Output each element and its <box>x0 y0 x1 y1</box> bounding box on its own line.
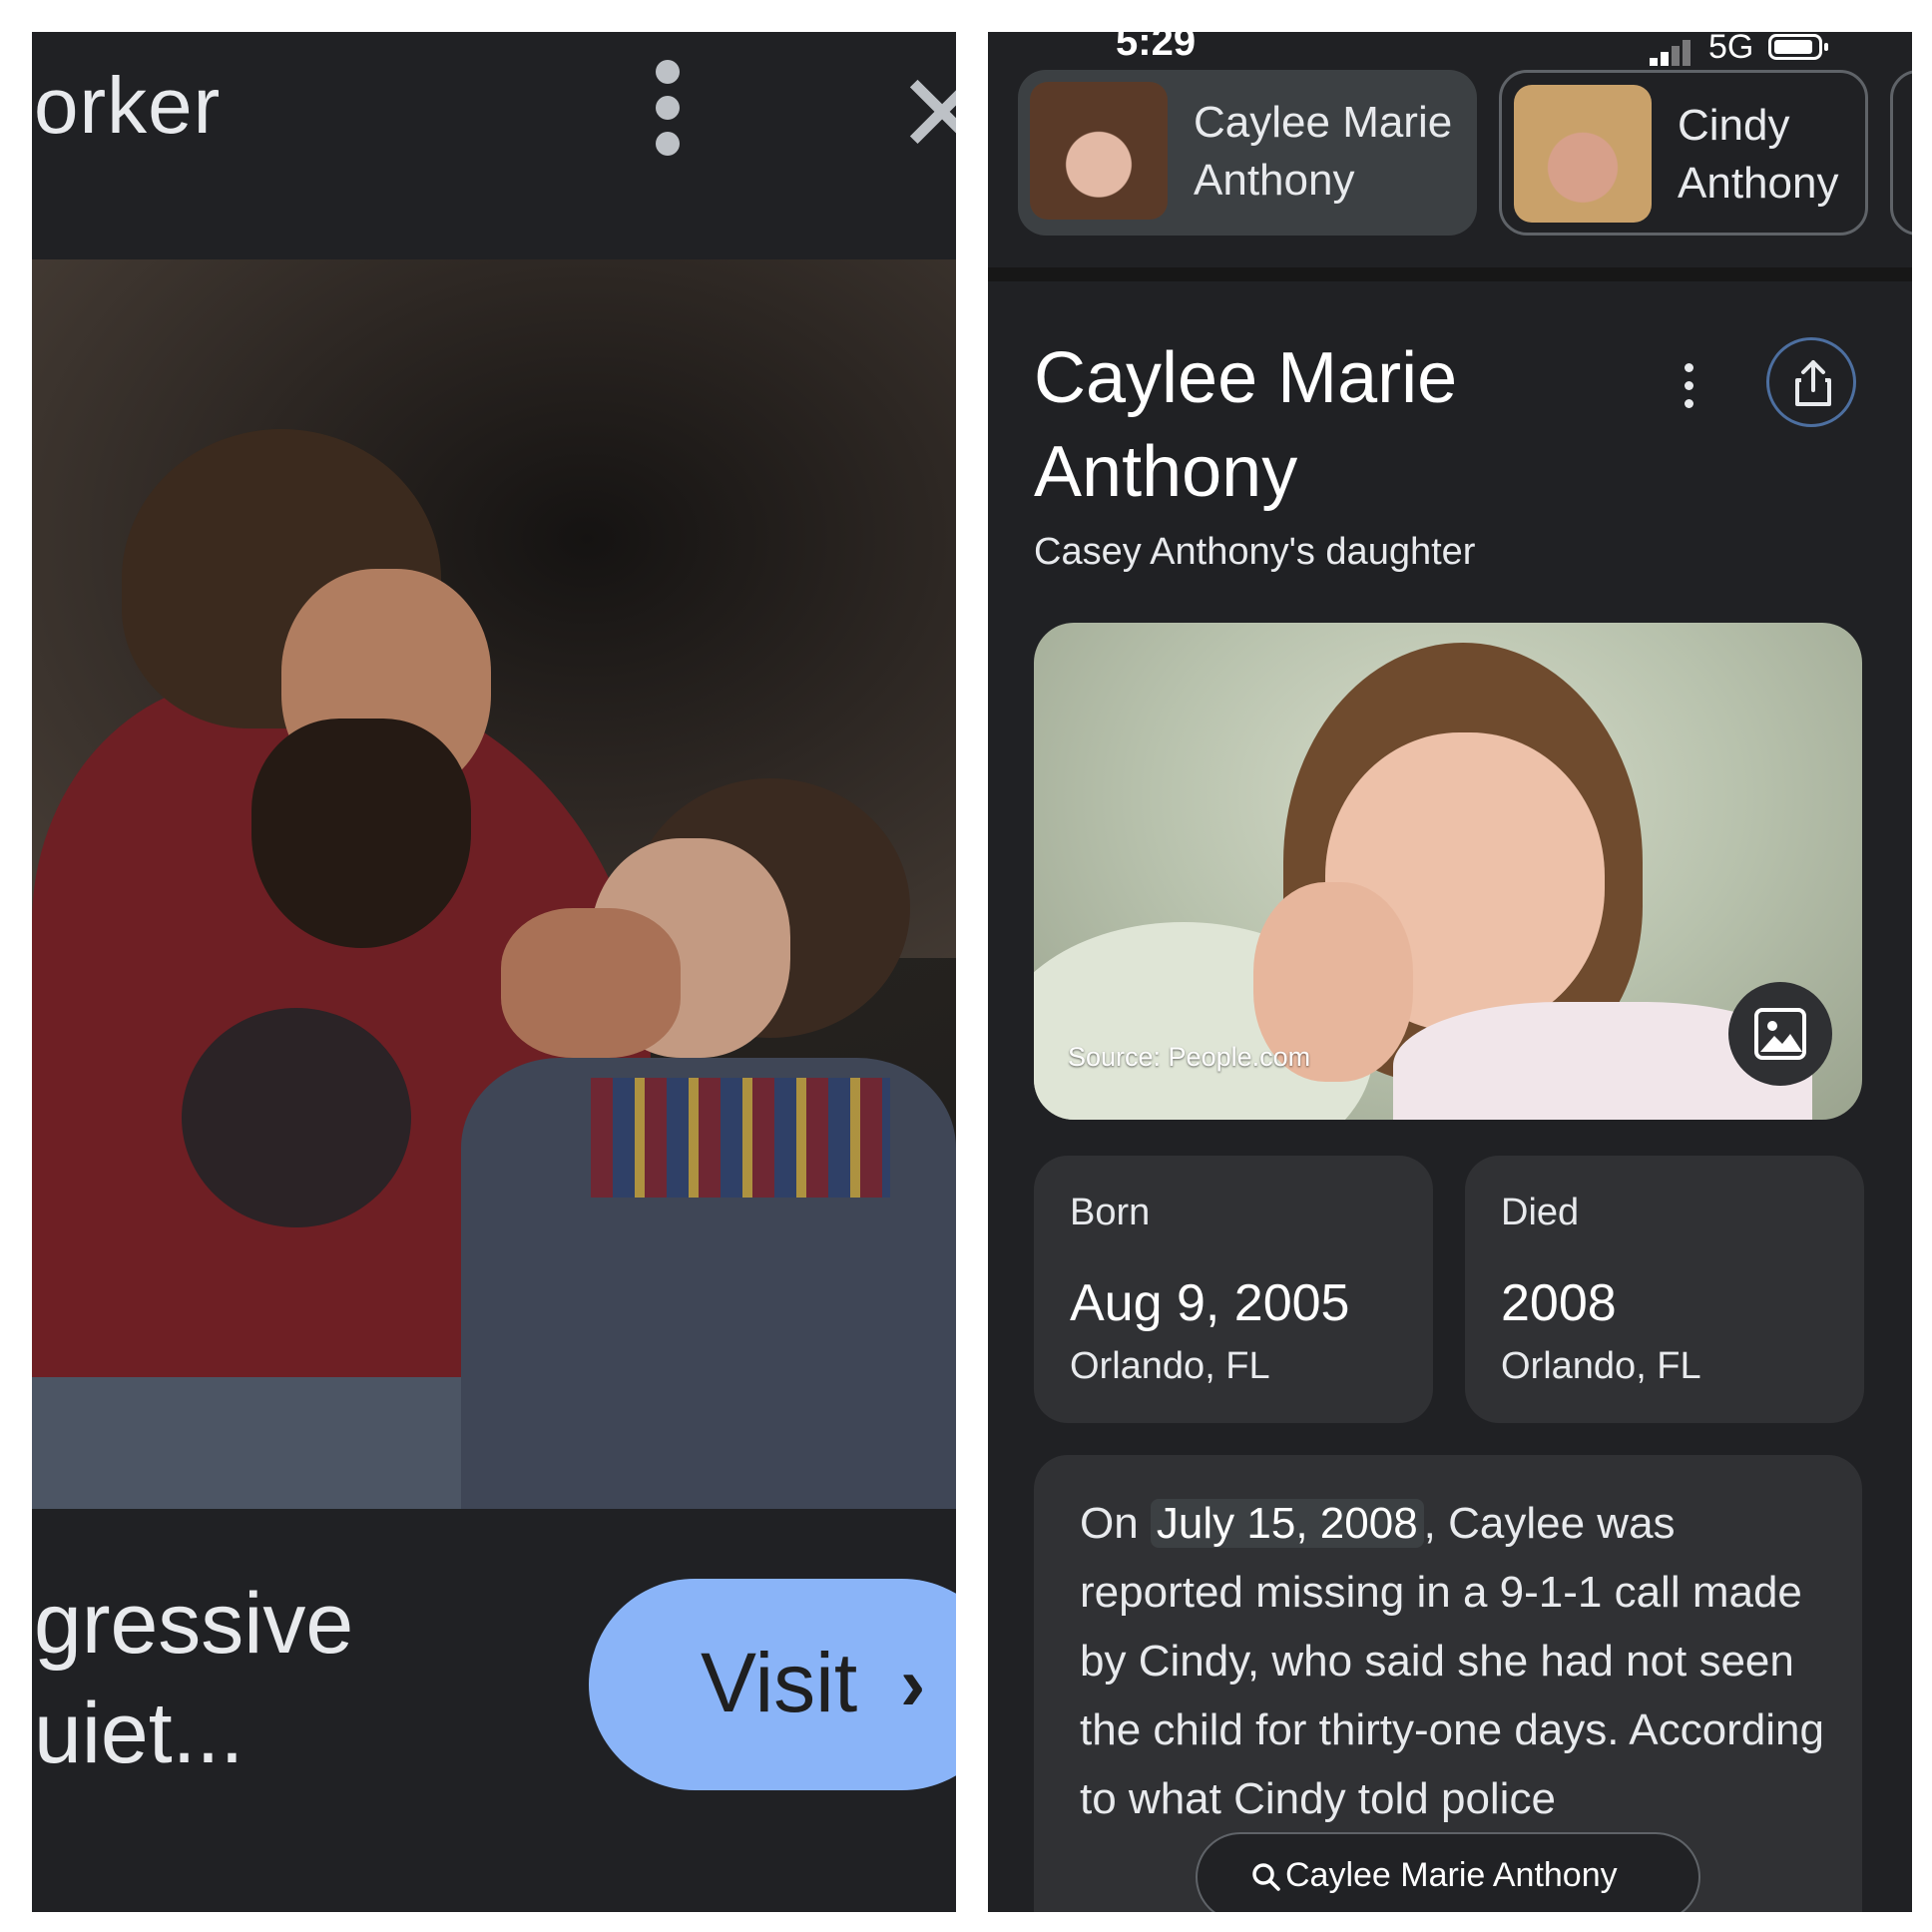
floating-search-label: Caylee Marie Anthony <box>1285 1856 1618 1894</box>
close-icon[interactable]: ✕ <box>896 60 956 170</box>
hero-image[interactable]: Source: People.com <box>1034 623 1862 1120</box>
network-label: 5G <box>1708 32 1754 66</box>
fact-key: Born <box>1070 1192 1151 1233</box>
article-image <box>32 259 956 1509</box>
avatar <box>1030 82 1168 220</box>
more-vert-icon[interactable] <box>641 60 691 160</box>
chip-next[interactable] <box>1890 70 1912 236</box>
search-icon <box>1252 1863 1280 1891</box>
viewer-top-bar: orker ✕ <box>32 32 956 259</box>
article-title[interactable]: gressive uiet... <box>34 1569 353 1788</box>
description-text: On July 15, 2008, Caylee was reported mi… <box>1080 1489 1838 1833</box>
fact-key: Died <box>1501 1192 1580 1233</box>
share-button[interactable] <box>1766 337 1856 427</box>
visit-button[interactable]: Visit › <box>589 1579 956 1790</box>
image-icon <box>1754 1008 1806 1060</box>
chip-label: Caylee Marie Anthony <box>1194 98 1453 205</box>
signal-icon <box>1650 40 1693 66</box>
page-title: Caylee Marie Anthony <box>1034 338 1458 512</box>
visit-label: Visit <box>701 1636 858 1729</box>
fact-born: Born Aug 9, 2005 Orlando, FL <box>1034 1156 1433 1423</box>
images-button[interactable] <box>1728 982 1832 1086</box>
chevron-right-icon: › <box>900 1642 926 1726</box>
site-name: orker <box>34 61 222 150</box>
man-beard <box>251 719 471 948</box>
avatar <box>1514 85 1652 223</box>
sweater-pattern <box>591 1078 890 1198</box>
right-screenshot: 5:29 5G Caylee Marie Anthony Cindy Antho… <box>988 32 1912 1912</box>
elbow-patch <box>182 1008 411 1227</box>
fact-died: Died 2008 Orlando, FL <box>1465 1156 1864 1423</box>
image-source: Source: People.com <box>1068 1042 1311 1072</box>
battery-icon <box>1768 34 1828 60</box>
chip-label: Cindy Anthony <box>1678 101 1839 208</box>
chip-cindy[interactable]: Cindy Anthony <box>1499 70 1868 236</box>
divider <box>988 267 1912 281</box>
description-pre: On <box>1080 1499 1151 1548</box>
share-icon <box>1795 360 1831 406</box>
fact-place[interactable]: Orlando, FL <box>1501 1345 1701 1388</box>
date-highlight[interactable]: July 15, 2008 <box>1150 1499 1424 1548</box>
man-hand <box>501 908 681 1058</box>
chip-caylee[interactable]: Caylee Marie Anthony <box>1018 70 1477 236</box>
more-vert-icon[interactable] <box>1677 361 1700 421</box>
fact-value[interactable]: 2008 <box>1501 1273 1617 1333</box>
fact-place[interactable]: Orlando, FL <box>1070 1345 1270 1388</box>
left-screenshot: orker ✕ gressive uiet... Visit › <box>32 32 956 1912</box>
status-bar: 5:29 5G <box>988 32 1912 72</box>
subtitle: Casey Anthony's daughter <box>1034 531 1476 573</box>
floating-search-chip[interactable]: Caylee Marie Anthony <box>1196 1832 1700 1912</box>
fact-value[interactable]: Aug 9, 2005 <box>1070 1273 1349 1333</box>
status-time: 5:29 <box>1116 32 1197 64</box>
image-footer: gressive uiet... Visit › <box>32 1509 956 1912</box>
